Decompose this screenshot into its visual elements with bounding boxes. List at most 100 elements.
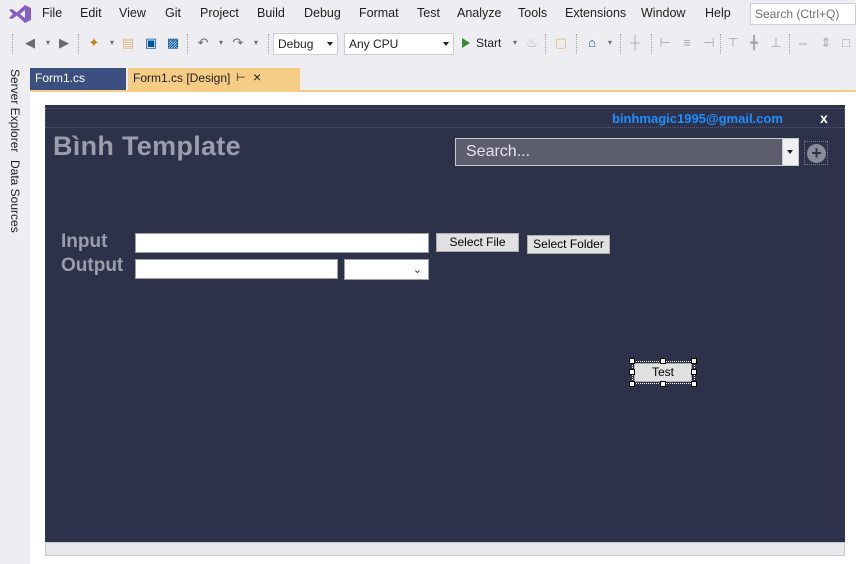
align-rights-icon[interactable]: ⊣: [701, 35, 717, 51]
undo-icon[interactable]: ↶: [195, 35, 211, 51]
align-tops-icon[interactable]: ⊤: [725, 35, 741, 51]
menu-analyze[interactable]: Analyze: [457, 6, 501, 20]
resize-handle-se[interactable]: [691, 381, 697, 387]
form-close-button[interactable]: x: [820, 110, 828, 126]
toolbar-separator: [789, 34, 790, 54]
align-to-grid-icon[interactable]: ┼: [627, 35, 643, 51]
test-button[interactable]: Test: [634, 363, 692, 382]
menu-help[interactable]: Help: [705, 6, 731, 20]
input-path-field[interactable]: [135, 233, 429, 253]
visual-studio-logo-icon[interactable]: [8, 4, 32, 24]
back-dropdown-icon[interactable]: ▾: [40, 35, 56, 51]
menu-test[interactable]: Test: [417, 6, 440, 20]
toolbar-separator: [720, 34, 721, 54]
toolbar-separator: [545, 34, 546, 54]
close-tab-icon[interactable]: ×: [253, 69, 261, 85]
start-debugging-button[interactable]: Start: [462, 36, 501, 50]
align-middles-icon[interactable]: ╋: [746, 35, 762, 51]
search-dropdown-button[interactable]: [782, 139, 798, 165]
make-same-height-icon[interactable]: ⇕: [818, 35, 834, 51]
resize-handle-ne[interactable]: [691, 358, 697, 364]
redo-icon[interactable]: ↷: [230, 35, 246, 51]
view-designer-icon[interactable]: ⌂: [584, 35, 600, 51]
output-path-field[interactable]: [135, 259, 338, 279]
align-centers-icon[interactable]: ≡: [679, 35, 695, 51]
chevron-down-icon: ⌄: [412, 264, 422, 276]
find-in-files-icon[interactable]: ▢: [553, 35, 569, 51]
toolbar-separator: [78, 34, 79, 54]
data-sources-tab[interactable]: Data Sources: [8, 160, 22, 233]
menu-debug[interactable]: Debug: [304, 6, 341, 20]
menu-bar: File Edit View Git Project Build Debug F…: [0, 0, 856, 28]
document-tab-strip: Form1.cs Form1.cs [Design] ⊢ ×: [30, 68, 856, 90]
align-bottoms-icon[interactable]: ⊥: [768, 35, 784, 51]
input-label: Input: [61, 231, 108, 252]
toolbar-separator: [576, 34, 577, 54]
menu-project[interactable]: Project: [200, 6, 239, 20]
resize-handle-n[interactable]: [660, 358, 666, 364]
output-label: Output: [61, 255, 124, 276]
new-project-icon[interactable]: ✦: [86, 35, 102, 51]
redo-dropdown-icon[interactable]: ▾: [248, 35, 264, 51]
tab-form1-cs[interactable]: Form1.cs: [30, 68, 126, 90]
forward-icon[interactable]: ▶: [56, 35, 72, 51]
undo-dropdown-icon[interactable]: ▾: [213, 35, 229, 51]
server-explorer-tab[interactable]: Server Explorer: [8, 69, 22, 152]
resize-handle-nw[interactable]: [629, 358, 635, 364]
start-label: Start: [476, 36, 502, 50]
form-canvas[interactable]: [45, 105, 845, 542]
chevron-down-icon: [327, 42, 333, 46]
app-title: Bình Template: [53, 131, 241, 161]
resize-handle-s[interactable]: [660, 381, 666, 387]
solution-configuration-select[interactable]: Debug: [273, 33, 338, 55]
menu-tools[interactable]: Tools: [518, 6, 547, 20]
menu-extensions[interactable]: Extensions: [565, 6, 626, 20]
search-combobox-text: Search...: [466, 143, 531, 160]
pin-tab-icon[interactable]: ⊢: [236, 71, 246, 84]
back-icon[interactable]: ◀: [22, 35, 38, 51]
tab-form1-design[interactable]: Form1.cs [Design] ⊢ ×: [128, 68, 300, 90]
toolbar-grip: [12, 34, 13, 54]
make-same-width-icon[interactable]: ⇔: [795, 35, 811, 51]
output-format-select[interactable]: ⌄: [344, 259, 429, 280]
chevron-down-icon: [443, 42, 449, 46]
chevron-down-icon: [787, 150, 793, 154]
resize-handle-w[interactable]: [629, 369, 635, 375]
search-combobox[interactable]: Search...: [455, 138, 799, 166]
hot-reload-icon[interactable]: ♨: [524, 35, 540, 51]
toolbar-options-icon[interactable]: ▾: [602, 35, 618, 51]
menu-edit[interactable]: Edit: [80, 6, 102, 20]
add-button[interactable]: +: [804, 141, 828, 165]
standard-toolbar: ◀ ▾ ▶ ✦ ▾ ▤ ▣ ▩ ↶ ▾ ↷ ▾ Debug Any CPU St…: [0, 30, 856, 58]
menu-format[interactable]: Format: [359, 6, 399, 20]
designer-horizontal-scrollbar[interactable]: [45, 542, 845, 556]
solution-platform-select[interactable]: Any CPU: [344, 33, 454, 55]
plus-circle-icon: +: [807, 144, 826, 163]
start-dropdown-icon[interactable]: ▾: [507, 35, 523, 51]
save-icon[interactable]: ▣: [143, 35, 159, 51]
save-all-icon[interactable]: ▩: [165, 35, 181, 51]
make-same-size-icon[interactable]: □: [838, 35, 854, 51]
new-dropdown-icon[interactable]: ▾: [104, 35, 120, 51]
menu-window[interactable]: Window: [641, 6, 685, 20]
solution-platform-value: Any CPU: [349, 37, 399, 51]
email-label: binhmagic1995@gmail.com: [612, 111, 783, 126]
toolbar-separator: [651, 34, 652, 54]
menu-file[interactable]: File: [42, 6, 62, 20]
select-file-button[interactable]: Select File: [436, 233, 519, 252]
menu-view[interactable]: View: [119, 6, 146, 20]
align-lefts-icon[interactable]: ⊢: [657, 35, 673, 51]
play-icon: [462, 38, 470, 48]
solution-configuration-value: Debug: [278, 37, 314, 51]
open-folder-icon[interactable]: ▤: [120, 35, 136, 51]
resize-handle-e[interactable]: [691, 369, 697, 375]
menu-build[interactable]: Build: [257, 6, 285, 20]
tab-form1-design-label: Form1.cs [Design]: [133, 71, 231, 85]
menu-git[interactable]: Git: [165, 6, 181, 20]
toolbar-separator: [187, 34, 188, 54]
toolbar-separator: [620, 34, 621, 54]
tool-window-sidebar: Server Explorer Data Sources: [0, 64, 30, 564]
quick-search-input[interactable]: Search (Ctrl+Q): [750, 3, 856, 25]
resize-handle-sw[interactable]: [629, 381, 635, 387]
select-folder-button[interactable]: Select Folder: [527, 235, 610, 254]
